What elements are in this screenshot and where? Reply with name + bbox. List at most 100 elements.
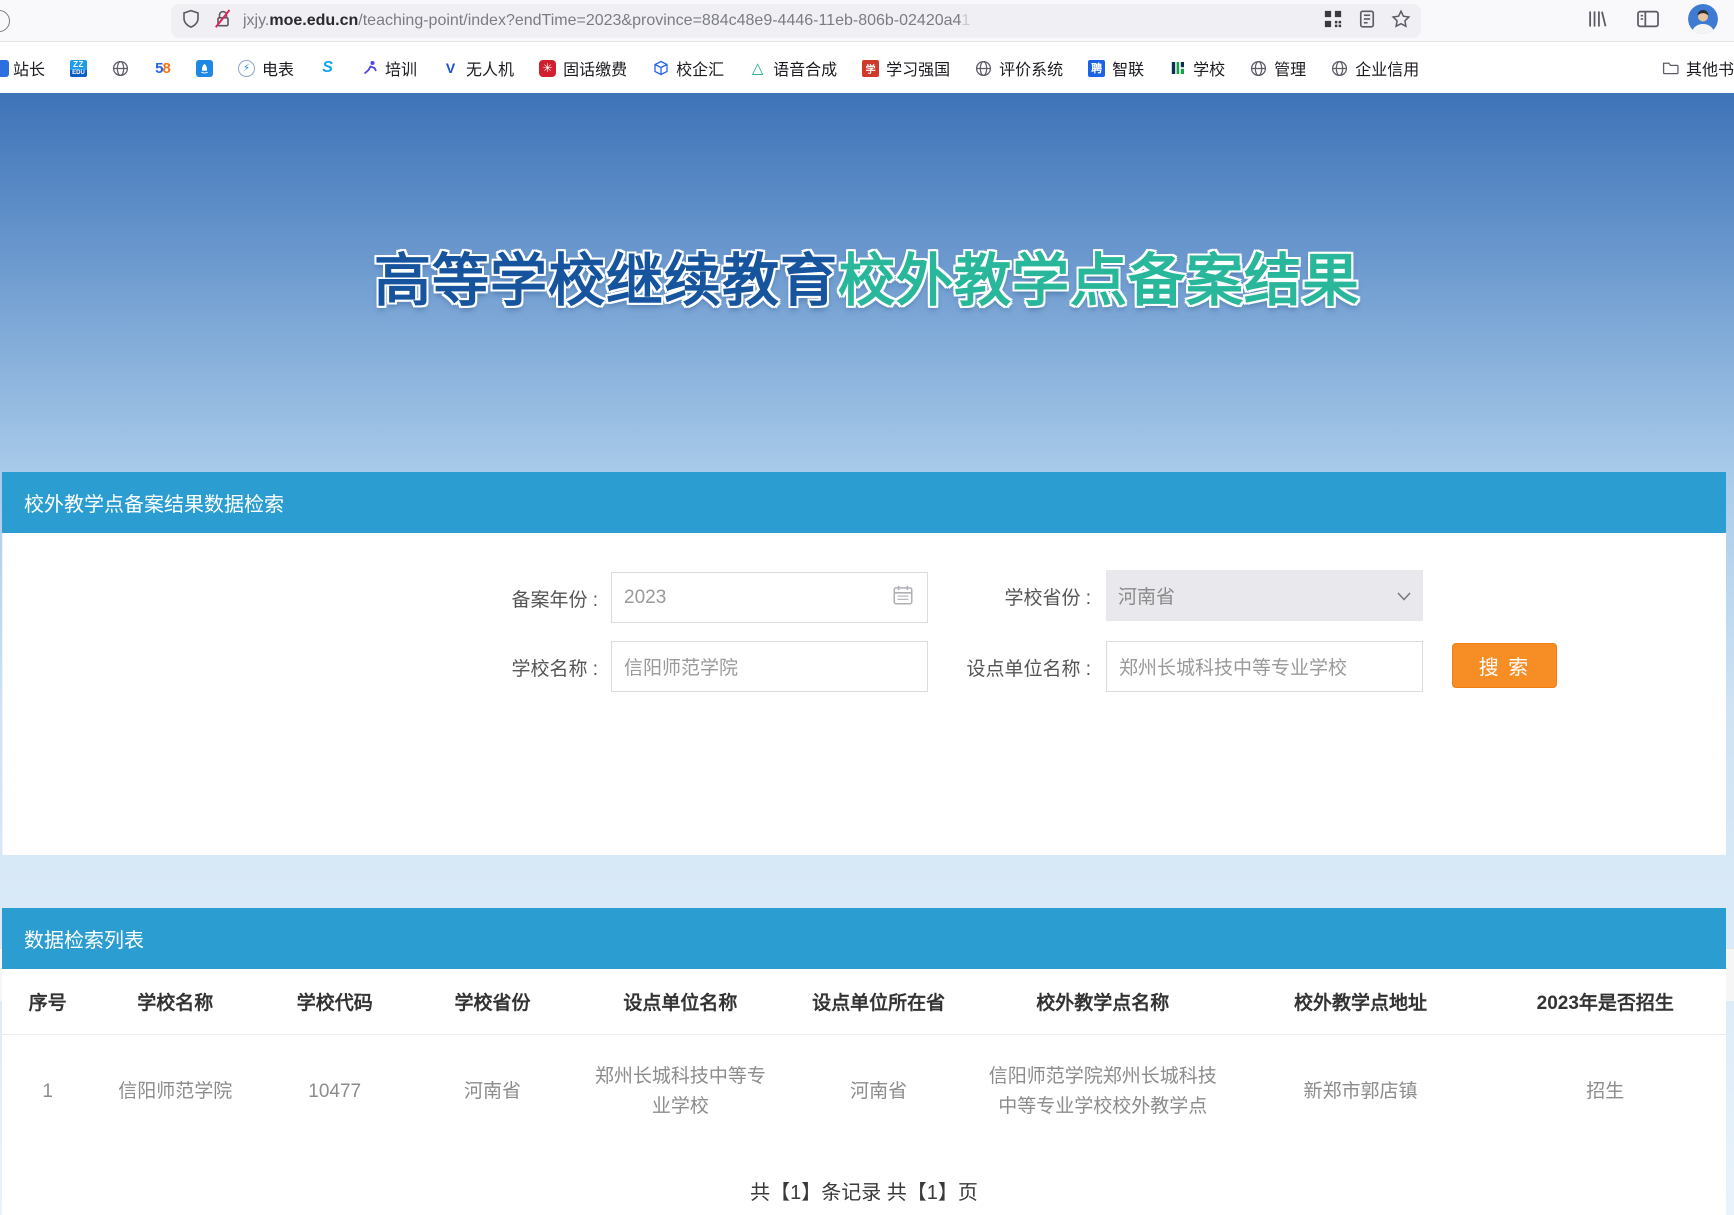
results-panel-header: 数据检索列表 <box>2 908 1726 969</box>
school-name-label: 学校名称 : <box>383 654 598 681</box>
school-favicon-icon <box>1169 60 1186 77</box>
bookmark-guhua[interactable]: ✳ 固话缴费 <box>539 56 627 80</box>
col-teaching-point-address: 校外教学点地址 <box>1236 969 1484 1034</box>
url-faded-tail: 1 <box>961 12 970 29</box>
bookmark-guanli[interactable]: 管理 <box>1250 56 1306 80</box>
results-table-wrap: 序号 学校名称 学校代码 学校省份 设点单位名称 设点单位所在省 校外教学点名称… <box>2 969 1726 1215</box>
url-text[interactable]: jxjy.moe.edu.cn/teaching-point/index?end… <box>243 12 1309 30</box>
bookmark-58[interactable]: 58 <box>154 60 171 77</box>
page-title-part2: 校外教学点备案结果 <box>838 249 1360 313</box>
col-unit-name: 设点单位名称 <box>573 969 789 1034</box>
drone-favicon-icon: V <box>442 60 459 77</box>
col-school-province: 学校省份 <box>412 969 572 1034</box>
bookmark-yuyin[interactable]: △ 语音合成 <box>749 56 837 80</box>
reader-mode-icon[interactable] <box>1357 9 1377 34</box>
banner: 高等学校继续教育校外教学点备案结果 <box>0 93 1734 472</box>
partial-toolbar-icon <box>0 10 10 32</box>
cell-school-name: 信阳师范学院 <box>93 1034 257 1150</box>
unit-name-input[interactable]: 郑州长城科技中等专业学校 <box>1106 641 1423 692</box>
bookmark-s-logo[interactable]: S <box>319 60 336 77</box>
insecure-lock-icon[interactable] <box>213 9 233 34</box>
bookmark-globe-1[interactable] <box>112 60 129 77</box>
partial-favicon-icon <box>0 60 9 77</box>
bookmark-sail[interactable] <box>196 60 213 77</box>
chevron-down-icon <box>1397 585 1411 607</box>
bookmark-dianbiao[interactable]: ⚡ 电表 <box>238 56 294 80</box>
bookmark-xuexiao[interactable]: 学校 <box>1169 56 1225 80</box>
results-panel: 数据检索列表 序号 学校名称 学校代码 学校省份 设点单位名称 设点单位所在省 … <box>2 908 1726 1215</box>
cell-enrolling-2023: 招生 <box>1485 1034 1726 1150</box>
search-button[interactable]: 搜 索 <box>1452 643 1557 688</box>
province-label: 学校省份 : <box>873 583 1091 610</box>
bookmark-xiaoqihui[interactable]: 校企汇 <box>652 56 724 80</box>
globe-icon <box>975 60 992 77</box>
url-domain: moe.edu.cn <box>269 12 358 29</box>
cube-favicon-icon <box>652 60 669 77</box>
folder-icon <box>1662 60 1679 77</box>
unit-name-label: 设点单位名称 : <box>848 654 1091 681</box>
58-favicon-icon: 58 <box>154 60 171 77</box>
search-panel-header: 校外教学点备案结果数据检索 <box>2 472 1726 533</box>
zzedu-favicon-icon: ZZEDU <box>70 60 87 77</box>
url-path: /teaching-point/index?endTime=2023&provi… <box>358 12 961 29</box>
bookmark-star-icon[interactable] <box>1391 9 1411 34</box>
url-subdomain: jxjy. <box>243 12 269 29</box>
globe-icon <box>1250 60 1267 77</box>
bookmark-pingjia[interactable]: 评价系统 <box>975 56 1063 80</box>
shield-icon[interactable] <box>181 9 201 34</box>
search-panel: 校外教学点备案结果数据检索 备案年份 : 2023 学校省份 : 河南省 学校名… <box>2 472 1726 948</box>
sail-favicon-icon <box>196 60 213 77</box>
bookmark-qiyexinyong[interactable]: 企业信用 <box>1331 56 1419 80</box>
xuexi-favicon-icon: 学 <box>862 60 879 77</box>
school-name-value: 信阳师范学院 <box>624 653 738 680</box>
globe-icon <box>112 60 129 77</box>
province-value: 河南省 <box>1118 582 1175 609</box>
col-school-code: 学校代码 <box>257 969 412 1034</box>
cell-teaching-point-address: 新郑市郭店镇 <box>1236 1034 1484 1150</box>
library-icon[interactable] <box>1586 8 1608 35</box>
s-favicon-icon: S <box>319 60 336 77</box>
meter-favicon-icon: ⚡ <box>238 60 255 77</box>
telecom-favicon-icon: ✳ <box>539 60 556 77</box>
table-row: 1 信阳师范学院 10477 河南省 郑州长城科技中等专业学校 河南省 信阳师范… <box>2 1034 1726 1150</box>
page-title: 高等学校继续教育校外教学点备案结果 <box>0 235 1734 317</box>
col-seq: 序号 <box>2 969 93 1034</box>
table-header-row: 序号 学校名称 学校代码 学校省份 设点单位名称 设点单位所在省 校外教学点名称… <box>2 969 1726 1034</box>
bookmark-other-folder[interactable]: 其他书 <box>1662 56 1734 80</box>
globe-icon <box>1331 60 1348 77</box>
record-count: 共【1】条记录 共【1】页 <box>2 1150 1726 1215</box>
col-teaching-point-name: 校外教学点名称 <box>969 969 1236 1034</box>
triangle-favicon-icon: △ <box>749 60 766 77</box>
cell-school-province: 河南省 <box>412 1034 572 1150</box>
unit-name-value: 郑州长城科技中等专业学校 <box>1119 653 1347 680</box>
col-unit-province: 设点单位所在省 <box>788 969 969 1034</box>
bookmark-zzedu[interactable]: ZZEDU <box>70 60 87 77</box>
bookmark-xuexiqiangguo[interactable]: 学 学习强国 <box>862 56 950 80</box>
sidebar-toggle-icon[interactable] <box>1636 8 1660 35</box>
cell-school-code: 10477 <box>257 1034 412 1150</box>
bookmark-zhanzhang[interactable]: 站长 <box>0 56 45 80</box>
browser-toolbar: jxjy.moe.edu.cn/teaching-point/index?end… <box>0 0 1734 42</box>
year-value: 2023 <box>624 587 666 609</box>
profile-avatar[interactable] <box>1688 4 1718 39</box>
zhilian-favicon-icon: 聘 <box>1088 60 1105 77</box>
province-select[interactable]: 河南省 <box>1106 570 1423 621</box>
page-title-part1: 高等学校继续教育 <box>374 249 838 313</box>
search-form: 备案年份 : 2023 学校省份 : 河南省 学校名称 : 信阳师范学院 设点单… <box>2 533 1726 855</box>
cell-teaching-point-name: 信阳师范学院郑州长城科技中等专业学校校外教学点 <box>969 1034 1236 1150</box>
bookmark-wurenji[interactable]: V 无人机 <box>442 56 514 80</box>
cell-seq: 1 <box>2 1034 93 1150</box>
qr-code-icon[interactable] <box>1323 9 1343 34</box>
page-background: 高等学校继续教育校外教学点备案结果 校外教学点备案结果数据检索 备案年份 : 2… <box>0 93 1734 1215</box>
col-school-name: 学校名称 <box>93 969 257 1034</box>
col-enrolling-2023: 2023年是否招生 <box>1485 969 1726 1034</box>
bookmark-zhilian[interactable]: 聘 智联 <box>1088 56 1144 80</box>
url-bar[interactable]: jxjy.moe.edu.cn/teaching-point/index?end… <box>171 4 1421 38</box>
bookmarks-bar: 站长 ZZEDU 58 ⚡ 电表 S 培训 V 无人机 ✳ 固话缴费 <box>0 43 1734 93</box>
bookmark-peixun[interactable]: 培训 <box>361 56 417 80</box>
cell-unit-province: 河南省 <box>788 1034 969 1150</box>
runner-favicon-icon <box>361 60 378 77</box>
cell-unit-name: 郑州长城科技中等专业学校 <box>573 1034 789 1150</box>
year-label: 备案年份 : <box>383 585 598 612</box>
results-table: 序号 学校名称 学校代码 学校省份 设点单位名称 设点单位所在省 校外教学点名称… <box>2 969 1726 1150</box>
